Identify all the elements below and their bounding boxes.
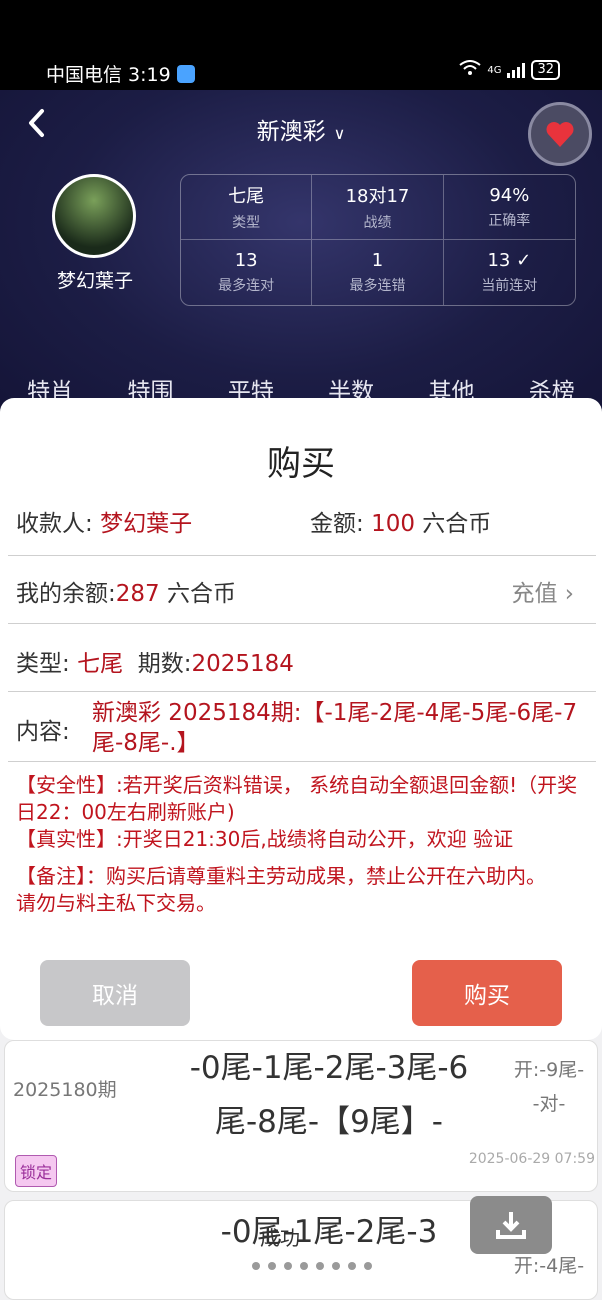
numbers-text: -0尾-1尾-2尾-3尾-6 尾-8尾-【9尾】- [151, 1045, 507, 1145]
balance-field: 我的余额:287 六合币 [16, 574, 236, 608]
toast-message: 成功 [260, 1226, 300, 1250]
purchase-dialog: 购买 收款人: 梦幻葉子 金额: 100 六合币 我的余额:287 六合币 充值… [0, 398, 602, 1040]
payee-row: 收款人: 梦幻葉子 金额: 100 六合币 [8, 490, 596, 556]
numbers-line: 尾-8尾-【9尾】- [214, 1104, 443, 1140]
stat-label: 当前连对 [481, 278, 538, 294]
open-number: 开:-4尾- [513, 1255, 585, 1277]
download-button[interactable] [470, 1196, 552, 1254]
list-item[interactable]: 2025180期 -0尾-1尾-2尾-3尾-6 尾-8尾-【9尾】- 开:-9尾… [4, 1040, 598, 1192]
stat-value: 94% [489, 184, 530, 206]
status-left: 中国电信 3:19 [46, 60, 195, 87]
stat-label: 战绩 [363, 215, 392, 231]
network-type: 4G [487, 64, 502, 76]
notice-text: 【安全性】:若开奖后资料错误， 系统自动全额退回金额!（开奖日22：00左右刷新… [16, 772, 592, 917]
stat-label: 正确率 [488, 212, 531, 229]
profile-header: 新澳彩 ∨ 梦幻葉子 七尾类型 18对17 战绩 94% 正确率 13 最多连对 1 最多… [0, 90, 602, 420]
stat-label: 最多连错 [349, 278, 406, 294]
type-label: 类型: [16, 651, 78, 677]
signal-icon [507, 62, 526, 78]
payee-field: 收款人: 梦幻葉子 [16, 504, 192, 538]
dialog-title: 购买 [267, 444, 335, 484]
page-title: 新澳彩 [256, 119, 326, 145]
recharge-link[interactable]: 充值 › [511, 574, 574, 608]
balance-unit: 六合币 [159, 581, 236, 607]
payee-value: 梦幻葉子 [100, 511, 193, 537]
username: 梦幻葉子 [56, 270, 133, 292]
stat-record: 18对17 战绩 [312, 175, 444, 240]
balance-row: 我的余额:287 六合币 充值 › [8, 556, 596, 624]
balance-value: 287 [115, 581, 160, 607]
status-right: 4G 32 [459, 60, 560, 80]
period-value: 2025184 [191, 651, 294, 677]
numbers-line: -0尾-1尾-2尾-3尾-6 [189, 1050, 469, 1086]
stat-value: 18对17 [345, 186, 410, 207]
carrier-time: 中国电信 3:19 [46, 64, 171, 86]
type-period-field: 类型: 七尾 期数:2025184 [16, 644, 294, 678]
amount-unit: 六合币 [414, 511, 492, 537]
period-label: 期数: [137, 651, 192, 677]
battery-icon: 32 [531, 60, 560, 80]
status-bar: 中国电信 3:19 4G 32 [0, 0, 602, 90]
stat-accuracy: 94% 正确率 [443, 175, 575, 240]
type-value: 七尾 [77, 651, 124, 677]
page-title-dropdown[interactable]: 新澳彩 ∨ [0, 112, 602, 146]
amount-label: 金额: [310, 511, 372, 537]
note-private: 请勿与料主私下交易。 [16, 891, 216, 915]
date-text: 2025-06-29 07:59 [468, 1151, 595, 1167]
lock-badge: 锁定 [15, 1155, 58, 1187]
page-indicator [252, 1262, 372, 1270]
stat-value: 13 ✓ [487, 250, 532, 271]
amount-field: 金额: 100 六合币 [310, 504, 491, 538]
type-row: 类型: 七尾 期数:2025184 [8, 624, 596, 692]
open-result: 开:-9尾- -对- [503, 1055, 595, 1119]
stat-value: 1 [371, 250, 384, 271]
content-label: 内容: [16, 719, 70, 745]
period-label: 2025180期 [13, 1079, 117, 1101]
heart-icon [546, 122, 574, 147]
stat-current-streak: 13 ✓ 当前连对 [444, 240, 575, 305]
note-remark: 【备注】：购买后请尊重料主劳动成果，禁止公开在六助内。 [16, 864, 546, 888]
balance-label: 我的余额: [16, 581, 116, 607]
stat-value: 13 [234, 250, 258, 271]
content-row: 内容: 新澳彩 2025184期:【-1尾-2尾-4尾-5尾-6尾-7尾-8尾-… [8, 692, 596, 762]
chevron-down-icon: ∨ [333, 124, 346, 143]
amount-value: 100 [371, 511, 415, 537]
stat-max-streak: 13 最多连对 [181, 240, 313, 305]
stat-label: 最多连对 [218, 278, 275, 294]
stats-grid: 七尾类型 18对17 战绩 94% 正确率 13 最多连对 1 最多连错 13 ✓ 当前连… [180, 174, 576, 306]
note-safety: 【安全性】:若开奖后资料错误， 系统自动全额退回金额!（开奖日22：00左右刷新… [16, 773, 578, 824]
stat-max-miss: 1 最多连错 [312, 240, 444, 305]
content-value: 新澳彩 2025184期:【-1尾-2尾-4尾-5尾-6尾-7尾-8尾-.】 [92, 700, 578, 756]
open-number: 开:-9尾- [513, 1059, 585, 1081]
result-status: -对- [532, 1093, 566, 1115]
avatar[interactable] [52, 174, 136, 258]
wifi-icon [459, 60, 481, 80]
security-shield-icon [176, 64, 195, 83]
stat-value: 七尾 [228, 186, 265, 207]
stat-label: 类型 [232, 215, 261, 231]
favorite-button[interactable] [528, 102, 592, 166]
numbers-text: -0尾-1尾-2尾-3 [220, 1214, 438, 1250]
cancel-button[interactable]: 取消 [40, 960, 190, 1026]
buy-button[interactable]: 购买 [412, 960, 562, 1026]
stat-type: 七尾 类型 [181, 175, 313, 240]
payee-label: 收款人: [16, 511, 101, 537]
download-icon [496, 1212, 526, 1239]
note-truth: 【真实性】:开奖日21:30后,战绩将自动公开，欢迎 验证 [16, 827, 514, 851]
